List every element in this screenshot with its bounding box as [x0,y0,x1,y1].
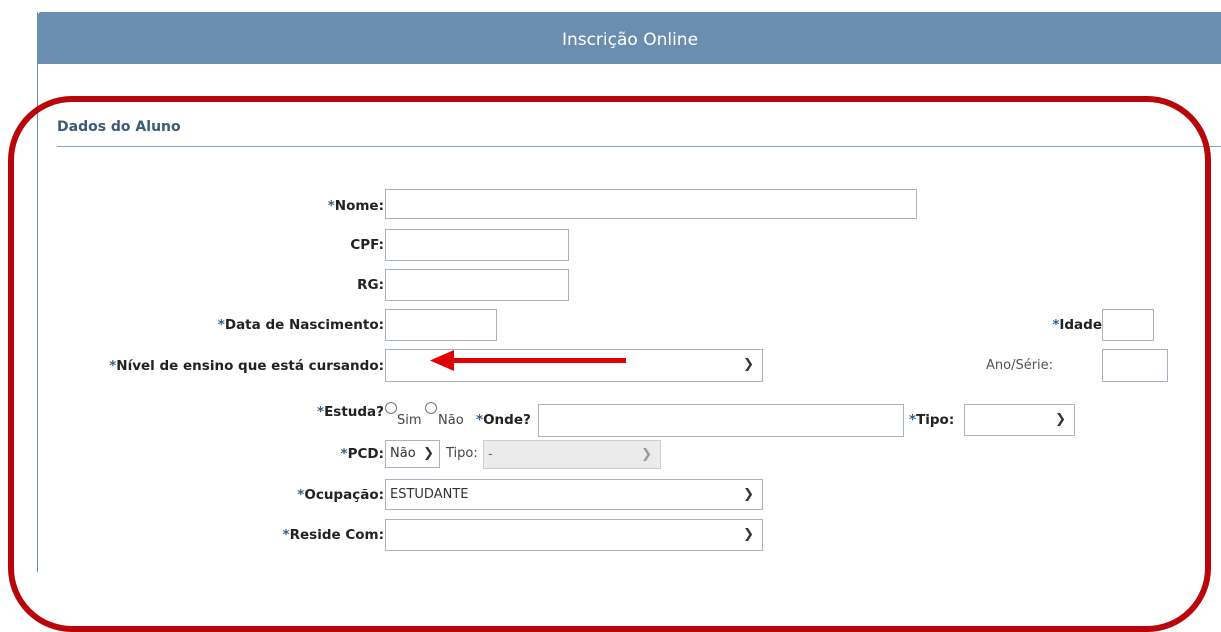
tipo-select[interactable]: ❯ [964,404,1075,436]
page-title: Inscrição Online [561,30,699,50]
chevron-down-icon: ❯ [743,527,754,542]
rg-label: RG: [357,277,384,293]
ocupacao-select[interactable]: ESTUDANTE ❯ [385,479,763,510]
tipo-label: *Tipo: [909,412,955,428]
estuda-sim-radio[interactable] [385,402,397,414]
rg-input[interactable] [385,269,569,301]
onde-label: *Onde? [476,412,531,428]
estuda-nao-radio[interactable] [425,402,437,414]
cpf-label: CPF: [350,237,384,253]
pcd-tipo-select[interactable]: - ❯ [483,440,661,469]
ano-serie-input[interactable] [1102,349,1168,382]
nome-label: *Nome: [327,198,384,214]
cpf-input[interactable] [385,229,569,261]
nivel-ensino-label: *Nível de ensino que está cursando: [109,358,384,374]
ocupacao-label: *Ocupação: [297,487,384,503]
pcd-select[interactable]: Não ❯ [385,440,440,468]
idade-input[interactable] [1102,309,1154,341]
reside-com-label: *Reside Com: [282,527,384,543]
chevron-down-icon: ❯ [743,357,754,372]
pcd-label: *PCD: [340,446,384,462]
estuda-nao-label: Não [438,413,464,428]
estuda-sim-label: Sim [397,413,422,428]
data-nascimento-label: *Data de Nascimento: [217,317,384,333]
ocupacao-value: ESTUDANTE [390,487,469,502]
chevron-down-icon: ❯ [641,447,652,462]
pcd-tipo-value: - [488,447,493,462]
section-title: Dados do Aluno [57,119,181,135]
idade-label: *Idade [1052,317,1102,333]
section-divider [57,146,1221,147]
nome-input[interactable] [385,189,917,219]
reside-com-select[interactable]: ❯ [385,519,763,551]
page-header: Inscrição Online [38,12,1221,64]
onde-input[interactable] [538,404,904,437]
pcd-tipo-label: Tipo: [446,446,478,461]
chevron-down-icon: ❯ [743,487,754,502]
chevron-down-icon: ❯ [423,446,434,461]
red-arrow-left-icon [430,350,626,371]
ano-serie-label: Ano/Série: [986,358,1054,373]
estuda-label: *Estuda? [317,404,384,420]
pcd-value: Não [390,446,416,461]
data-nascimento-input[interactable] [385,309,497,341]
chevron-down-icon: ❯ [1055,412,1066,427]
